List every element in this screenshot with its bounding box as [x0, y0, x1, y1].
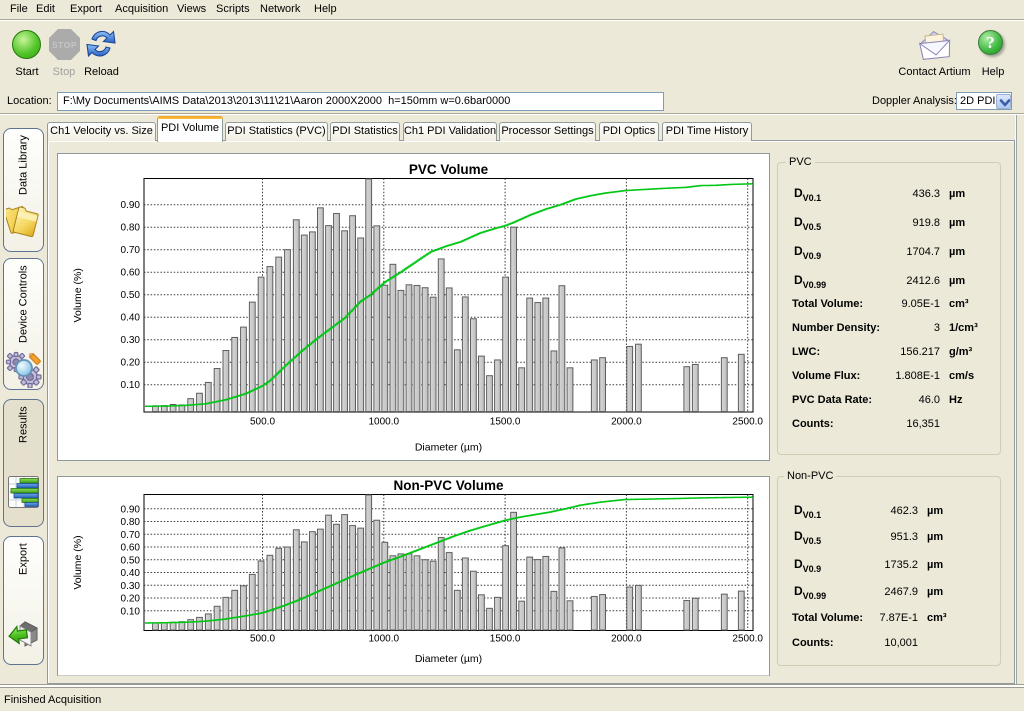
svg-text:STOP: STOP — [52, 40, 77, 50]
svg-text:0.20: 0.20 — [121, 593, 141, 604]
svg-text:1500.0: 1500.0 — [490, 633, 521, 644]
svg-text:0.10: 0.10 — [121, 606, 141, 617]
svg-text:2000.0: 2000.0 — [611, 633, 642, 644]
svg-text:0.20: 0.20 — [121, 357, 141, 368]
svg-text:2500.0: 2500.0 — [732, 633, 763, 644]
svg-text:Diameter (µm): Diameter (µm) — [415, 653, 482, 665]
svg-text:500.0: 500.0 — [250, 633, 275, 644]
svg-text:0.80: 0.80 — [121, 222, 141, 233]
svg-text:0.30: 0.30 — [121, 335, 141, 346]
svg-text:0.40: 0.40 — [121, 568, 141, 579]
svg-text:1500.0: 1500.0 — [490, 416, 521, 427]
svg-text:0.30: 0.30 — [121, 580, 141, 591]
svg-text:0.60: 0.60 — [121, 542, 141, 553]
svg-text:2500.0: 2500.0 — [732, 416, 763, 427]
svg-text:0.60: 0.60 — [121, 267, 141, 278]
svg-text:Volume (%): Volume (%) — [72, 268, 84, 322]
svg-text:0.10: 0.10 — [121, 380, 141, 391]
svg-text:0.50: 0.50 — [121, 290, 141, 301]
svg-text:0.40: 0.40 — [121, 312, 141, 323]
svg-text:Non-PVC Volume: Non-PVC Volume — [393, 478, 503, 493]
svg-text:Diameter (µm): Diameter (µm) — [415, 441, 482, 453]
svg-text:500.0: 500.0 — [250, 416, 275, 427]
svg-text:0.70: 0.70 — [121, 245, 141, 256]
svg-text:0.90: 0.90 — [121, 504, 141, 515]
svg-text:0.90: 0.90 — [121, 200, 141, 211]
svg-text:0.50: 0.50 — [121, 555, 141, 566]
svg-text:PVC Volume: PVC Volume — [409, 162, 489, 177]
svg-text:1000.0: 1000.0 — [369, 416, 400, 427]
svg-text:0.80: 0.80 — [121, 517, 141, 528]
svg-text:2000.0: 2000.0 — [611, 416, 642, 427]
svg-text:0.70: 0.70 — [121, 529, 141, 540]
svg-text:1000.0: 1000.0 — [369, 633, 400, 644]
svg-text:Volume (%): Volume (%) — [72, 535, 84, 589]
